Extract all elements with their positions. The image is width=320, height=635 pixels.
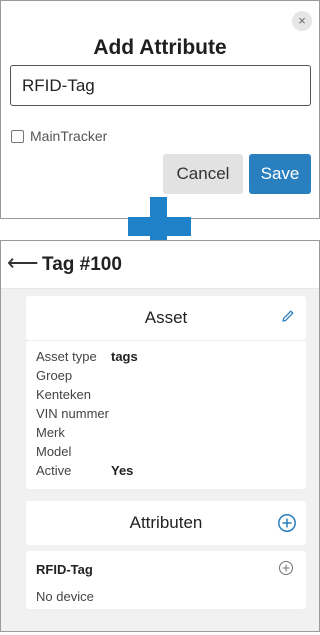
close-icon[interactable]: × [292,11,312,31]
property-key: Kenteken [36,387,91,402]
property-key: VIN nummer [36,406,109,421]
page-title: Tag #100 [42,254,122,275]
property-row: Kenteken [36,387,111,402]
attribute-name-input[interactable] [10,65,311,106]
cancel-button[interactable]: Cancel [163,154,243,194]
property-row: Asset type tags [36,349,138,364]
property-key: Groep [36,368,73,383]
attribute-list-item: RFID-Tag No device [26,551,306,609]
edit-pencil-icon[interactable] [280,308,296,329]
property-key: Asset type [36,349,97,364]
dialog-title: Add Attribute [93,36,227,59]
back-arrow-icon[interactable]: ⟵ [7,250,39,276]
add-circle-icon[interactable] [278,560,294,581]
add-attribute-dialog: × Add Attribute MainTracker Cancel Save [0,0,320,219]
property-row: Merk [36,425,111,440]
save-button[interactable]: Save [249,154,311,194]
asset-card-header: Asset [26,296,306,340]
property-row: Active Yes [36,463,133,478]
attributes-card-title: Attributen [129,513,203,532]
asset-properties-card: Asset type tags Groep Kenteken VIN numme… [26,341,306,489]
property-value: tags [111,349,138,364]
property-row: VIN nummer [36,406,111,421]
attribute-name: RFID-Tag [36,562,93,577]
property-key: Active [36,463,72,478]
maintracker-label: MainTracker [30,128,108,144]
tag-detail-screen: ⟵ Tag #100 Asset Asset type tags Groep K… [0,240,320,632]
property-key: Model [36,444,72,459]
add-attribute-icon[interactable] [277,513,297,538]
maintracker-checkbox-row[interactable]: MainTracker [11,128,107,144]
maintracker-checkbox[interactable] [11,129,24,143]
asset-card-title: Asset [144,308,188,327]
attribute-device-status: No device [36,589,94,604]
app-bar: ⟵ Tag #100 [1,241,319,289]
plus-horizontal-bar [128,217,191,236]
property-row: Groep [36,368,111,383]
property-key: Merk [36,425,65,440]
property-row: Model [36,444,111,459]
property-value: Yes [111,463,134,478]
attributes-card-header: Attributen [26,501,306,545]
